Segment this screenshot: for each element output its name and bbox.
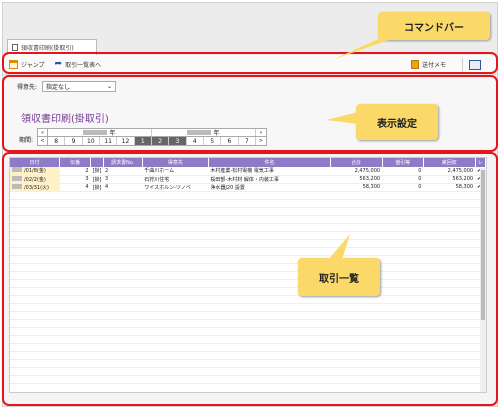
- transaction-list-frame: [2, 152, 498, 406]
- document-tab-label: 領収書印刷(掛取引): [21, 45, 74, 52]
- document-icon: [12, 44, 18, 51]
- display-settings-callout: 表示設定: [356, 104, 438, 140]
- command-bar-callout-tail: [332, 36, 400, 60]
- transaction-list-callout-tail: [328, 234, 350, 260]
- transaction-list-callout: 取引一覧: [298, 258, 380, 296]
- command-bar-frame: [2, 52, 498, 74]
- display-settings-callout-tail: [326, 112, 358, 124]
